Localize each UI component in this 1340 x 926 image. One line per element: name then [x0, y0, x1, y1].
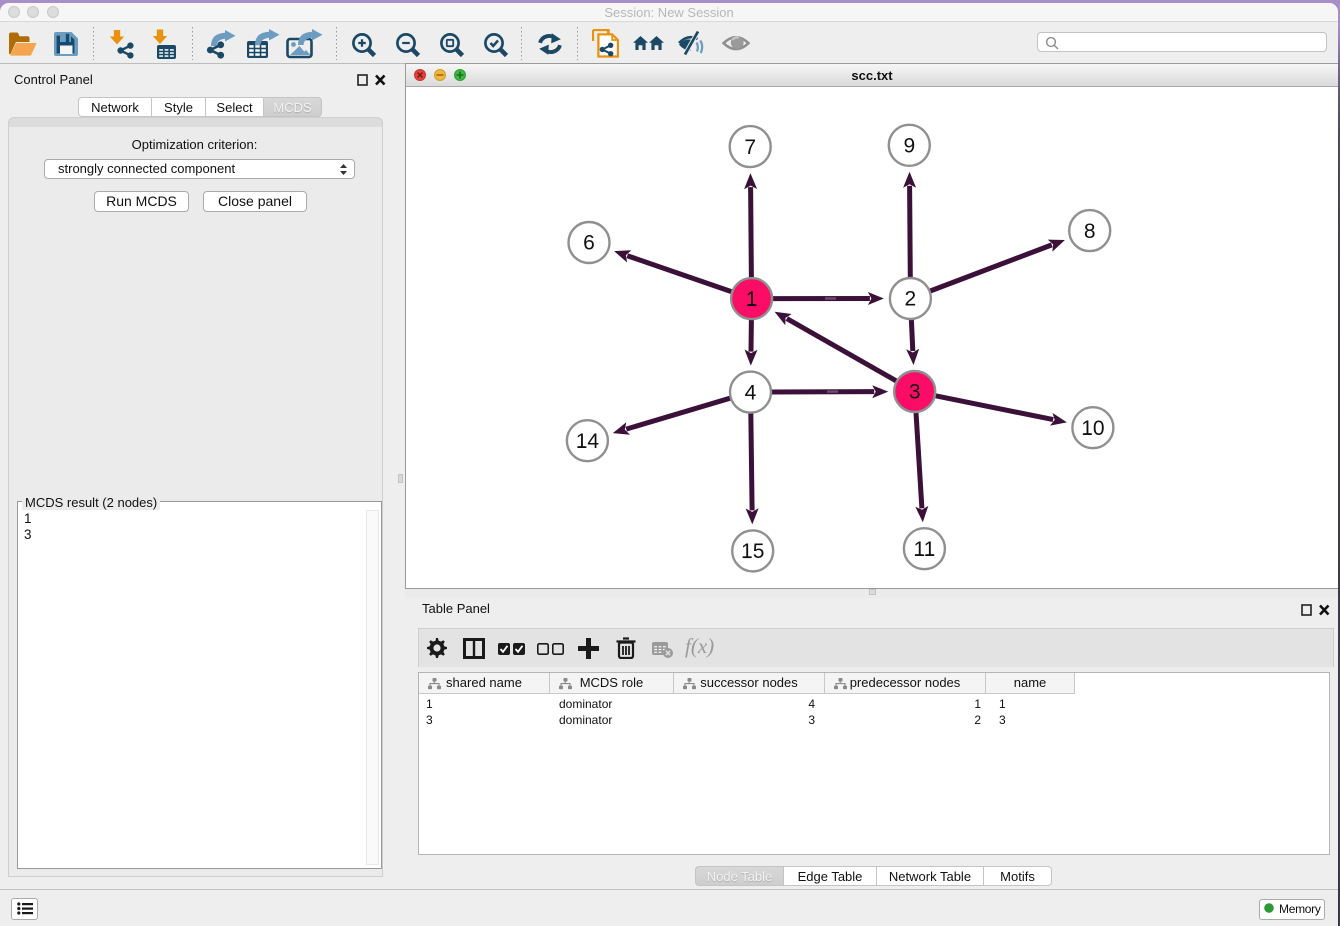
svg-text:1: 1 [746, 288, 758, 311]
svg-text:11: 11 [913, 538, 935, 561]
svg-text:15: 15 [741, 540, 764, 563]
svg-text:9: 9 [903, 135, 915, 158]
svg-text:10: 10 [1081, 417, 1104, 440]
svg-text:4: 4 [745, 381, 757, 404]
svg-text:3: 3 [909, 381, 921, 404]
svg-text:2: 2 [905, 288, 917, 311]
svg-text:7: 7 [744, 136, 756, 159]
svg-text:6: 6 [583, 232, 595, 255]
svg-text:8: 8 [1084, 220, 1096, 243]
svg-text:14: 14 [576, 430, 600, 453]
